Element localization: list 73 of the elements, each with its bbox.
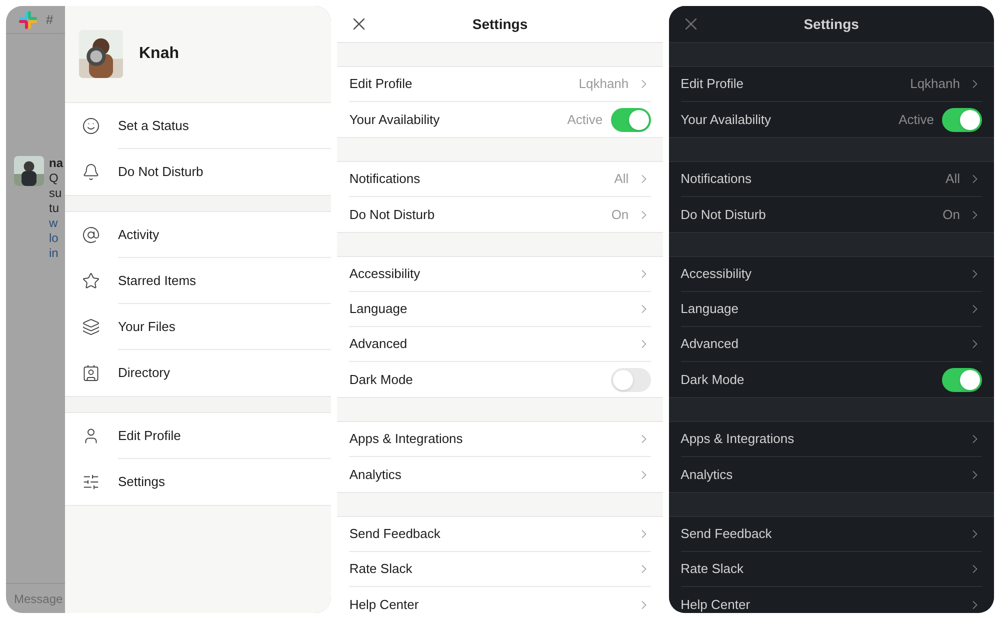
menu-item[interactable]: Directory (65, 350, 332, 396)
row-value: On (611, 206, 629, 224)
row-label: Accessibility (680, 265, 752, 284)
row-label: Edit Profile (349, 75, 414, 94)
contact-card-icon (82, 364, 100, 382)
menu-label: Settings (118, 473, 165, 492)
message-text: w (49, 216, 59, 231)
row-label: Send Feedback (680, 525, 773, 544)
sliders-icon (82, 473, 100, 491)
message-author: na (49, 156, 64, 171)
message-text: in (49, 246, 60, 261)
message-text: tu (49, 201, 60, 216)
row-value: Lqkhanh (578, 75, 629, 94)
row-label: Your Availability (349, 110, 441, 129)
row-label: Edit Profile (680, 75, 745, 94)
row-label: Your Availability (680, 110, 772, 129)
menu-label: Directory (118, 364, 170, 382)
row-label: Advanced (349, 335, 408, 354)
row-value: Active (898, 110, 934, 129)
row-label: Analytics (349, 466, 402, 484)
toggle-switch[interactable] (942, 368, 982, 392)
menu-label: Your Files (118, 318, 176, 336)
app-logo (18, 10, 38, 30)
toggle-switch[interactable] (942, 108, 982, 132)
row-label: Dark Mode (680, 370, 746, 389)
row-value: On (942, 206, 960, 224)
row-label: Help Center (680, 596, 752, 613)
row-label: Do Not Disturb (349, 206, 436, 224)
toggle-switch[interactable] (610, 368, 651, 392)
menu-label: Do Not Disturb (118, 163, 204, 182)
star-icon (82, 272, 100, 290)
bell-icon (82, 163, 100, 181)
menu-item[interactable]: Starred Items (65, 258, 332, 304)
menu-item[interactable]: Set a Status (65, 103, 332, 149)
row-label: Accessibility (349, 265, 422, 284)
row-label: Apps & Integrations (680, 430, 796, 448)
row-label: Advanced (680, 335, 740, 354)
row-label: Dark Mode (349, 370, 414, 389)
at-sign-icon (82, 226, 100, 244)
message-text: Q (49, 171, 60, 186)
user-name: Knah (139, 44, 179, 64)
row-value: Active (567, 110, 603, 129)
menu-label: Starred Items (118, 272, 196, 290)
menu-item[interactable]: Edit Profile (65, 413, 332, 459)
menu-label: Edit Profile (118, 426, 181, 445)
row-value: All (946, 170, 960, 188)
channel-name: # (46, 10, 54, 29)
row-label: Do Not Disturb (680, 206, 767, 224)
row-label: Rate Slack (349, 560, 414, 578)
row-label: Help Center (349, 596, 420, 613)
screen-title: Settings (802, 14, 860, 34)
row-label: Send Feedback (349, 525, 442, 544)
screen-title: Settings (471, 14, 529, 34)
menu-label: Set a Status (118, 116, 189, 135)
menu-item[interactable]: Your Files (65, 304, 332, 350)
message-text: lo (49, 231, 60, 246)
row-label: Notifications (680, 170, 752, 188)
menu-item[interactable]: Activity (65, 212, 332, 258)
message-text: su (49, 186, 63, 201)
menu-label: Activity (118, 226, 160, 244)
layers-icon (82, 318, 100, 336)
row-label: Apps & Integrations (349, 430, 464, 448)
row-label: Language (680, 300, 740, 318)
row-label: Rate Slack (680, 560, 745, 578)
row-value: All (614, 170, 629, 188)
menu-item[interactable]: Do Not Disturb (65, 149, 332, 195)
row-label: Language (349, 300, 408, 318)
menu-item[interactable]: Settings (65, 459, 332, 505)
row-label: Notifications (349, 170, 422, 188)
smiley-icon (82, 117, 100, 135)
row-label: Analytics (680, 466, 734, 484)
row-value: Lqkhanh (910, 75, 960, 94)
toggle-switch[interactable] (610, 108, 651, 132)
